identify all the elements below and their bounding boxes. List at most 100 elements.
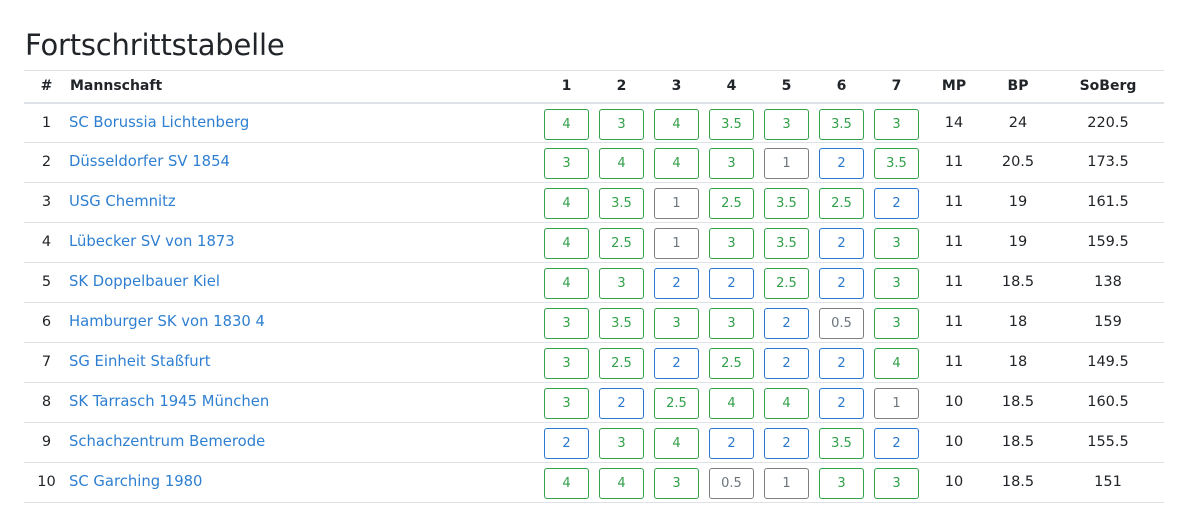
round-3-result[interactable]: 2 [654,348,699,379]
round-5-result[interactable]: 4 [764,388,809,419]
team-link[interactable]: USG Chemnitz [69,193,176,210]
round-2-result[interactable]: 3 [599,428,644,459]
team-link[interactable]: Lübecker SV von 1873 [69,233,235,250]
round-cell: 3.5 [759,222,814,263]
header-team: Mannschaft [69,70,539,104]
round-1-result[interactable]: 2 [544,428,589,459]
round-3-result[interactable]: 1 [654,188,699,219]
round-4-result[interactable]: 2.5 [709,348,754,379]
round-2-result[interactable]: 2 [599,388,644,419]
round-2-result[interactable]: 3 [599,268,644,299]
round-cell: 3.5 [869,142,924,183]
rank-cell: 8 [24,382,69,423]
team-link[interactable]: SC Garching 1980 [69,473,202,490]
header-rank: # [24,70,69,104]
round-5-result[interactable]: 3.5 [764,228,809,259]
progress-table: # Mannschaft 1 2 3 4 5 6 7 MP BP SoBerg … [24,70,1164,503]
round-6-result[interactable]: 2 [819,228,864,259]
round-3-result[interactable]: 4 [654,148,699,179]
round-5-result[interactable]: 3.5 [764,188,809,219]
round-2-result[interactable]: 2.5 [599,228,644,259]
round-5-result[interactable]: 2 [764,308,809,339]
round-7-result[interactable]: 2 [874,428,919,459]
round-2-result[interactable]: 3.5 [599,308,644,339]
round-1-result[interactable]: 3 [544,348,589,379]
round-3-result[interactable]: 2.5 [654,388,699,419]
round-5-result[interactable]: 2 [764,348,809,379]
round-1-result[interactable]: 4 [544,108,589,140]
round-6-result[interactable]: 2 [819,348,864,379]
round-6-result[interactable]: 2 [819,148,864,179]
table-header: # Mannschaft 1 2 3 4 5 6 7 MP BP SoBerg [24,70,1164,104]
round-1-result[interactable]: 3 [544,148,589,179]
round-1-result[interactable]: 4 [544,228,589,259]
round-1-result[interactable]: 4 [544,188,589,219]
round-2-result[interactable]: 3 [599,108,644,140]
round-4-result[interactable]: 4 [709,388,754,419]
round-1-result[interactable]: 4 [544,268,589,299]
round-3-result[interactable]: 3 [654,308,699,339]
round-2-result[interactable]: 4 [599,468,644,499]
round-7-result[interactable]: 3 [874,308,919,339]
round-6-result[interactable]: 3.5 [819,428,864,459]
round-6-result[interactable]: 2 [819,388,864,419]
round-2-result[interactable]: 4 [599,148,644,179]
round-cell: 3 [869,462,924,503]
header-soberg: SoBerg [1052,70,1164,104]
team-link[interactable]: Hamburger SK von 1830 4 [69,313,265,330]
round-7-result[interactable]: 3.5 [874,148,919,179]
round-6-result[interactable]: 2.5 [819,188,864,219]
round-cell: 4 [649,102,704,143]
round-6-result[interactable]: 3.5 [819,108,864,140]
round-5-result[interactable]: 1 [764,148,809,179]
round-7-result[interactable]: 3 [874,468,919,499]
round-3-result[interactable]: 1 [654,228,699,259]
round-5-result[interactable]: 3 [764,108,809,140]
team-link[interactable]: SK Doppelbauer Kiel [69,273,220,290]
team-link[interactable]: Schachzentrum Bemerode [69,433,265,450]
round-3-result[interactable]: 4 [654,108,699,140]
round-7-result[interactable]: 3 [874,228,919,259]
round-cell: 4 [539,262,594,303]
round-6-result[interactable]: 3 [819,468,864,499]
team-link[interactable]: SG Einheit Staßfurt [69,353,211,370]
round-4-result[interactable]: 3 [709,228,754,259]
round-2-result[interactable]: 3.5 [599,188,644,219]
round-5-result[interactable]: 2.5 [764,268,809,299]
round-2-result[interactable]: 2.5 [599,348,644,379]
round-7-result[interactable]: 2 [874,188,919,219]
team-link[interactable]: SK Tarrasch 1945 München [69,393,269,410]
round-3-result[interactable]: 3 [654,468,699,499]
header-round-6: 6 [814,70,869,104]
round-1-result[interactable]: 3 [544,308,589,339]
round-4-result[interactable]: 2 [709,268,754,299]
mp-cell: 11 [924,182,984,223]
round-6-result[interactable]: 0.5 [819,308,864,339]
soberg-cell: 160.5 [1052,382,1164,423]
round-4-result[interactable]: 2.5 [709,188,754,219]
round-4-result[interactable]: 3 [709,148,754,179]
round-3-result[interactable]: 2 [654,268,699,299]
round-1-result[interactable]: 3 [544,388,589,419]
round-4-result[interactable]: 0.5 [709,468,754,499]
round-7-result[interactable]: 1 [874,388,919,419]
rank-cell: 9 [24,422,69,463]
round-7-result[interactable]: 3 [874,268,919,299]
soberg-cell: 151 [1052,462,1164,503]
round-7-result[interactable]: 3 [874,108,919,140]
team-link[interactable]: SC Borussia Lichtenberg [69,114,249,131]
round-cell: 4 [704,382,759,423]
round-cell: 2 [649,262,704,303]
round-5-result[interactable]: 1 [764,468,809,499]
round-7-result[interactable]: 4 [874,348,919,379]
round-3-result[interactable]: 4 [654,428,699,459]
round-4-result[interactable]: 2 [709,428,754,459]
round-cell: 4 [594,462,649,503]
round-4-result[interactable]: 3 [709,308,754,339]
table-row: 6 Hamburger SK von 1830 4 3 3.5 3 3 2 0.5 3 11 18 1… [24,302,1164,343]
round-6-result[interactable]: 2 [819,268,864,299]
team-link[interactable]: Düsseldorfer SV 1854 [69,153,230,170]
round-4-result[interactable]: 3.5 [709,108,754,140]
round-5-result[interactable]: 2 [764,428,809,459]
round-1-result[interactable]: 4 [544,468,589,499]
